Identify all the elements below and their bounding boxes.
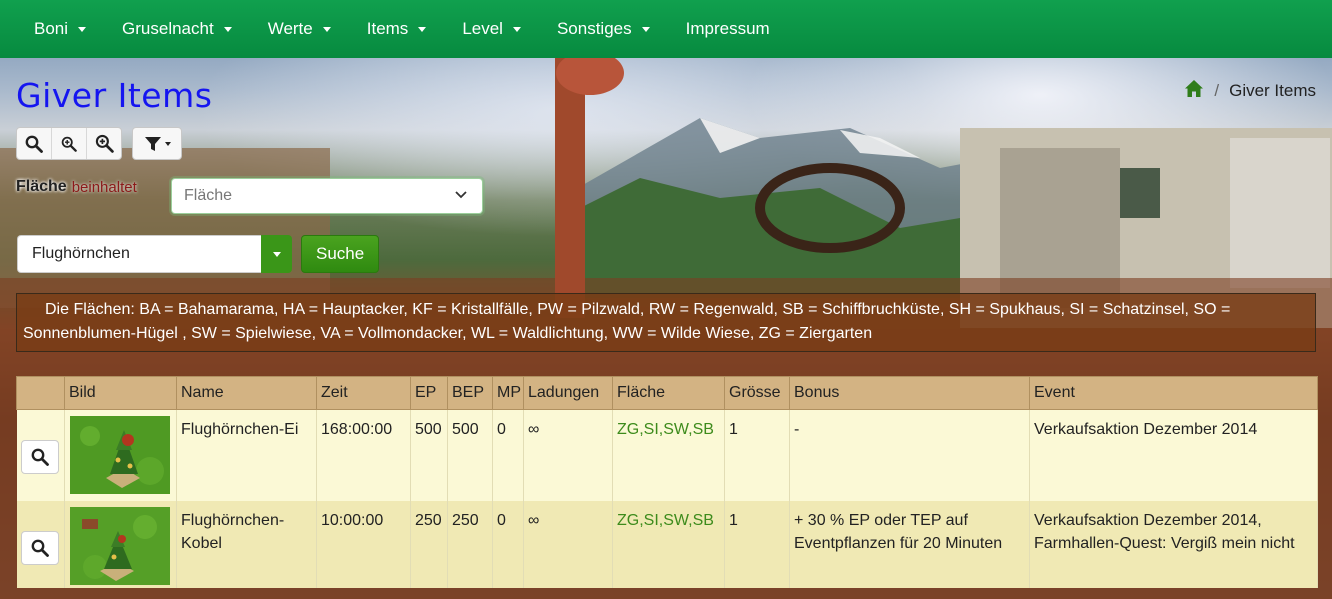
nav-label: Level — [462, 19, 503, 38]
column-header-mp[interactable]: MP — [492, 376, 524, 410]
nav-label: Werte — [267, 19, 313, 38]
mp-cell: 0 — [492, 409, 524, 501]
table-header-row: Bild Name Zeit EP BEP MP Ladungen Fläche… — [16, 376, 1318, 410]
nav-item-boni[interactable]: Boni — [16, 19, 104, 39]
nav-label: Sonstiges — [556, 19, 632, 38]
zoom-button-group — [16, 127, 122, 160]
search-icon — [31, 539, 49, 557]
caret-down-icon — [164, 141, 171, 146]
column-header-bonus[interactable]: Bonus — [789, 376, 1030, 410]
nav-item-gruselnacht[interactable]: Gruselnacht — [104, 19, 250, 39]
ladungen-cell: ∞ — [523, 409, 613, 501]
filter-operator[interactable]: beinhaltet — [72, 179, 137, 196]
nav-item-sonstiges[interactable]: Sonstiges — [539, 19, 668, 39]
flaeche-cell: ZG,SI,SW,SB — [612, 500, 725, 588]
caret-down-icon — [322, 26, 331, 32]
caret-down-icon — [78, 26, 87, 32]
column-header-event[interactable]: Event — [1029, 376, 1318, 410]
event-cell: Verkaufsaktion Dezember 2014, Farmhallen… — [1029, 500, 1318, 588]
nav-label: Impressum — [685, 19, 770, 38]
bonus-cell: - — [789, 409, 1030, 501]
zoom-out-icon — [61, 136, 77, 152]
name-cell: Flughörnchen-Ei — [176, 409, 317, 501]
caret-down-icon — [223, 26, 232, 32]
column-header-groesse[interactable]: Grösse — [724, 376, 790, 410]
column-header-ladungen[interactable]: Ladungen — [523, 376, 613, 410]
column-header-bild[interactable]: Bild — [64, 376, 177, 410]
top-navbar: Boni Gruselnacht Werte Items Level Sonst… — [0, 0, 1332, 58]
filter-icon — [144, 136, 161, 151]
legend-text: Die Flächen: BA = Bahamarama, HA = Haupt… — [23, 301, 1231, 342]
search-input[interactable]: Flughörnchen — [17, 235, 261, 273]
bep-cell: 500 — [447, 409, 493, 501]
column-header-flaeche[interactable]: Fläche — [612, 376, 725, 410]
toolbar — [16, 127, 182, 160]
nav-label: Items — [366, 19, 409, 38]
filter-toggle[interactable] — [133, 128, 181, 159]
search-row: Flughörnchen Suche — [17, 235, 380, 273]
suche-button[interactable]: Suche — [301, 235, 380, 273]
flaeche-select[interactable]: Fläche — [171, 178, 483, 214]
bonus-cell: + 30 % EP oder TEP auf Eventpflanzen für… — [789, 500, 1030, 588]
flaechen-legend: Die Flächen: BA = Bahamarama, HA = Haupt… — [16, 293, 1316, 352]
zoom-in-button[interactable] — [87, 128, 121, 159]
nav-item-werte[interactable]: Werte — [250, 19, 349, 39]
name-cell: Flughörnchen-Kobel — [176, 500, 317, 588]
breadcrumb: / Giver Items — [1184, 79, 1316, 103]
column-header-zeit[interactable]: Zeit — [316, 376, 411, 410]
event-cell: Verkaufsaktion Dezember 2014 — [1029, 409, 1318, 501]
search-dropdown-button[interactable] — [261, 235, 292, 273]
nav-label: Boni — [34, 19, 69, 38]
image-cell — [64, 500, 177, 588]
item-thumbnail — [70, 506, 170, 585]
search-icon — [31, 448, 49, 466]
items-table: Bild Name Zeit EP BEP MP Ladungen Fläche… — [16, 376, 1318, 588]
caret-down-icon — [272, 251, 281, 257]
search-icon — [25, 135, 43, 153]
column-header-ep[interactable]: EP — [410, 376, 448, 410]
flaeche-cell: ZG,SI,SW,SB — [612, 409, 725, 501]
nav-label: Gruselnacht — [122, 19, 214, 38]
main-content: Giver Items / Giver Items Fläche beinhal… — [0, 58, 1332, 599]
filter-button[interactable] — [132, 127, 182, 160]
column-header-name[interactable]: Name — [176, 376, 317, 410]
view-details-button[interactable] — [20, 530, 59, 565]
caret-down-icon — [512, 26, 521, 32]
caret-down-icon — [418, 26, 427, 32]
chevron-down-icon — [455, 191, 467, 199]
action-cell — [16, 500, 65, 588]
zoom-out-button[interactable] — [52, 128, 87, 159]
caret-down-icon — [641, 26, 650, 32]
ep-cell: 250 — [410, 500, 448, 588]
nav-item-items[interactable]: Items — [349, 19, 445, 39]
mp-cell: 0 — [492, 500, 524, 588]
item-thumbnail — [70, 416, 170, 494]
view-details-button[interactable] — [20, 440, 59, 474]
zeit-cell: 10:00:00 — [316, 500, 411, 588]
image-cell — [64, 409, 177, 501]
zoom-in-icon — [95, 134, 114, 153]
action-cell — [16, 409, 65, 501]
breadcrumb-separator: / — [1214, 81, 1220, 100]
ep-cell: 500 — [410, 409, 448, 501]
groesse-cell: 1 — [724, 409, 790, 501]
nav-item-impressum[interactable]: Impressum — [668, 19, 788, 39]
breadcrumb-current: Giver Items — [1229, 81, 1316, 100]
select-placeholder: Fläche — [184, 187, 233, 204]
bep-cell: 250 — [447, 500, 493, 588]
search-button[interactable] — [17, 128, 52, 159]
table-row: Flughörnchen-Kobel 10:00:00 250 250 0 ∞ … — [16, 500, 1318, 588]
home-icon[interactable] — [1184, 79, 1204, 103]
page-title: Giver Items — [16, 76, 213, 115]
column-header-bep[interactable]: BEP — [447, 376, 493, 410]
nav-item-level[interactable]: Level — [444, 19, 539, 39]
zeit-cell: 168:00:00 — [316, 409, 411, 501]
groesse-cell: 1 — [724, 500, 790, 588]
ladungen-cell: ∞ — [523, 500, 613, 588]
filter-row: Fläche beinhaltet Fläche — [16, 178, 483, 214]
search-input-value: Flughörnchen — [32, 245, 130, 262]
column-header — [16, 376, 65, 410]
filter-field-label: Fläche — [16, 178, 67, 195]
table-row: Flughörnchen-Ei 168:00:00 500 500 0 ∞ ZG… — [16, 409, 1318, 501]
